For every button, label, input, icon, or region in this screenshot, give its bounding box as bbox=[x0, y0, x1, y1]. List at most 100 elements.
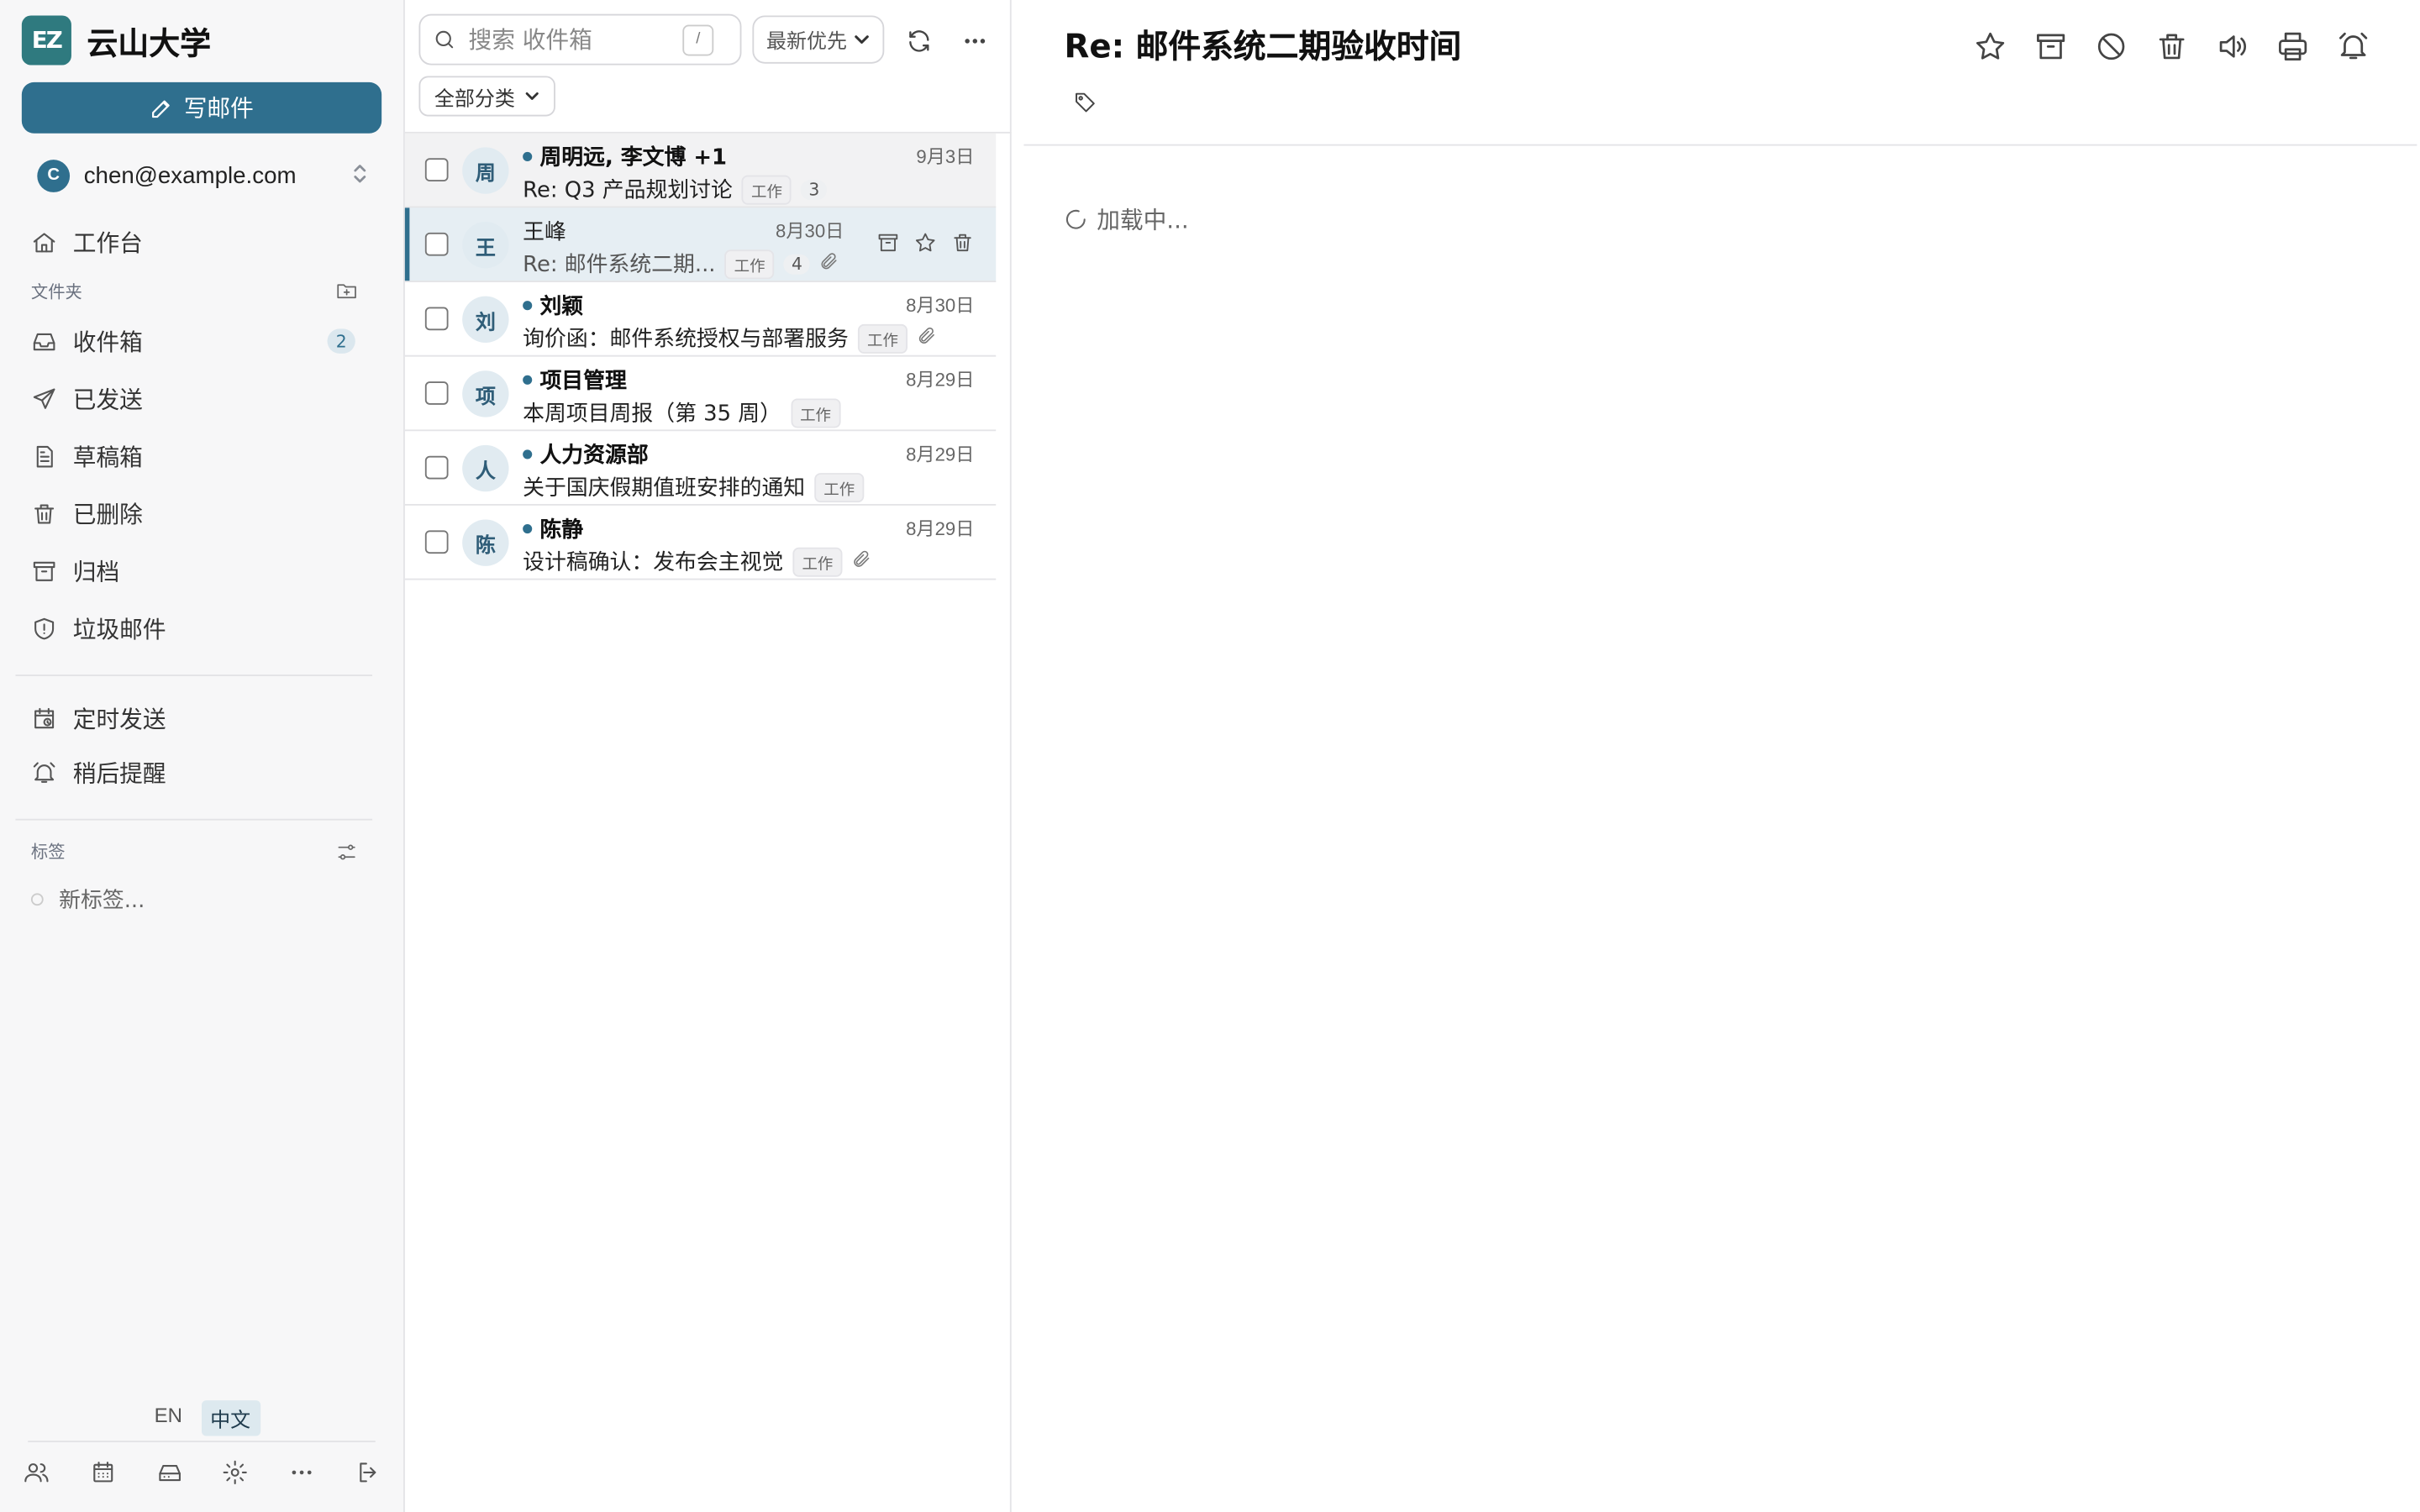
row-star-icon[interactable] bbox=[913, 231, 937, 262]
archive-icon[interactable] bbox=[2033, 29, 2068, 71]
category-tag: 工作 bbox=[857, 323, 908, 354]
category-tag: 工作 bbox=[724, 249, 775, 279]
nav-trash[interactable]: 已删除 bbox=[31, 493, 360, 533]
sender-avatar: 周 bbox=[462, 147, 509, 194]
add-tag-button[interactable] bbox=[1074, 90, 1097, 121]
unread-dot-icon bbox=[523, 301, 533, 311]
print-icon[interactable] bbox=[2275, 29, 2310, 71]
sender-name: 王峰 bbox=[523, 220, 566, 245]
message-checkbox[interactable] bbox=[424, 530, 449, 554]
category-tag: 工作 bbox=[814, 472, 865, 502]
row-trash-icon[interactable] bbox=[951, 231, 975, 262]
nav-spam[interactable]: 垃圾邮件 bbox=[31, 608, 360, 648]
message-subject-row: 设计稿确认：发布会主视觉 工作 bbox=[523, 546, 871, 577]
message-subject-row: Re: 邮件系统二期... 工作 4 bbox=[523, 248, 839, 279]
refresh-button[interactable] bbox=[902, 24, 936, 58]
lang-zh[interactable]: 中文 bbox=[201, 1400, 260, 1436]
reminder-bell-icon[interactable] bbox=[2336, 29, 2370, 71]
reader-divider bbox=[1023, 144, 2417, 146]
sender-avatar: 刘 bbox=[462, 296, 509, 344]
nav-archive[interactable]: 归档 bbox=[31, 550, 360, 591]
message-checkbox[interactable] bbox=[424, 381, 449, 405]
search-input[interactable] bbox=[468, 25, 671, 54]
message-checkbox[interactable] bbox=[424, 158, 449, 182]
nav-scheduled[interactable]: 定时发送 bbox=[31, 698, 360, 738]
list-more-button[interactable] bbox=[957, 24, 992, 58]
sender-name-row: 人力资源部 bbox=[523, 438, 649, 470]
brand: EZ 云山大学 bbox=[21, 15, 212, 66]
lang-en[interactable]: EN bbox=[145, 1400, 192, 1436]
spinner-icon bbox=[1065, 209, 1086, 229]
nav-drafts-label: 草稿箱 bbox=[72, 443, 143, 471]
more-icon[interactable] bbox=[289, 1459, 315, 1494]
message-subject-row: 关于国庆假期值班安排的通知 工作 bbox=[523, 471, 865, 502]
read-aloud-icon[interactable] bbox=[2215, 29, 2249, 71]
message-row[interactable]: 项 项目管理 8月29日 本周项目周报（第 35 周） 工作 bbox=[404, 357, 997, 432]
compose-button[interactable]: 写邮件 bbox=[21, 81, 382, 134]
chevron-down-icon bbox=[525, 92, 539, 100]
spam-shield-icon bbox=[34, 617, 55, 639]
loading-text: 加载中... bbox=[1097, 206, 1189, 234]
message-date: 8月30日 bbox=[906, 294, 975, 317]
nav-spam-label: 垃圾邮件 bbox=[72, 615, 166, 643]
inbox-icon bbox=[33, 332, 55, 350]
message-rows: 周 周明远, 李文博 +1 9月3日 Re: Q3 产品规划讨论 工作 3 王 … bbox=[404, 133, 997, 580]
message-row[interactable]: 刘 刘颖 8月30日 询价函：邮件系统授权与部署服务 工作 bbox=[404, 282, 997, 357]
account-avatar: C bbox=[37, 159, 71, 192]
sender-name: 人力资源部 bbox=[539, 444, 649, 469]
message-row[interactable]: 人 人力资源部 8月29日 关于国庆假期值班安排的通知 工作 bbox=[404, 431, 997, 506]
settings-icon[interactable] bbox=[223, 1459, 249, 1494]
sidebar: EZ 云山大学 写邮件 C chen@example.com 工作台 文件夹 收… bbox=[0, 0, 405, 1512]
sender-name: 周明远, 李文博 +1 bbox=[539, 145, 728, 171]
message-subject-row: 询价函：邮件系统授权与部署服务 工作 bbox=[523, 323, 937, 354]
more-icon bbox=[964, 38, 985, 43]
tags-section-label: 标签 bbox=[30, 842, 66, 863]
star-icon[interactable] bbox=[1973, 29, 2007, 71]
new-folder-button[interactable] bbox=[335, 279, 360, 304]
attachment-icon bbox=[852, 549, 872, 575]
calendar-icon[interactable] bbox=[90, 1459, 116, 1494]
sender-avatar: 项 bbox=[462, 370, 509, 417]
nav-drafts[interactable]: 草稿箱 bbox=[31, 436, 360, 476]
manage-tags-button[interactable] bbox=[335, 841, 360, 866]
nav-inbox[interactable]: 收件箱 2 bbox=[31, 321, 360, 361]
tag-icon bbox=[1076, 92, 1095, 113]
sender-avatar: 王 bbox=[462, 222, 509, 269]
message-checkbox[interactable] bbox=[424, 455, 449, 480]
contacts-icon[interactable] bbox=[24, 1459, 50, 1494]
message-checkbox[interactable] bbox=[424, 232, 449, 256]
bottom-toolbar bbox=[0, 1457, 405, 1494]
trash-icon[interactable] bbox=[2154, 29, 2189, 71]
nav-sent[interactable]: 已发送 bbox=[31, 378, 360, 418]
new-tag-button[interactable]: 新标签... bbox=[30, 884, 145, 915]
brand-name: 云山大学 bbox=[87, 24, 212, 61]
block-icon[interactable] bbox=[2094, 29, 2128, 71]
logout-icon[interactable] bbox=[355, 1459, 381, 1494]
reader-toolbar bbox=[1973, 29, 2370, 71]
chevron-up-down-icon bbox=[350, 162, 369, 188]
sender-avatar: 陈 bbox=[462, 519, 509, 566]
message-date: 8月29日 bbox=[906, 517, 975, 540]
inbox-unread-badge: 2 bbox=[327, 328, 355, 354]
brand-logo[interactable]: EZ bbox=[21, 15, 71, 66]
message-row[interactable]: 陈 陈静 8月29日 设计稿确认：发布会主视觉 工作 bbox=[404, 506, 997, 580]
message-subject: 询价函：邮件系统授权与部署服务 bbox=[523, 327, 849, 353]
storage-icon[interactable] bbox=[156, 1459, 182, 1494]
row-archive-icon[interactable] bbox=[876, 231, 900, 262]
bottom-divider bbox=[28, 1441, 376, 1442]
trash-icon bbox=[34, 503, 55, 523]
nav-trash-label: 已删除 bbox=[72, 500, 143, 528]
nav-workspace[interactable]: 工作台 bbox=[31, 222, 360, 262]
account-switcher[interactable]: C chen@example.com bbox=[37, 158, 369, 192]
message-row[interactable]: 王 王峰 8月30日 Re: 邮件系统二期... 工作 4 bbox=[404, 207, 997, 283]
message-row[interactable]: 周 周明远, 李文博 +1 9月3日 Re: Q3 产品规划讨论 工作 3 bbox=[404, 133, 997, 208]
search-box[interactable]: / bbox=[418, 13, 742, 66]
message-date: 8月30日 bbox=[776, 220, 844, 243]
message-checkbox[interactable] bbox=[424, 307, 449, 331]
language-switcher: EN 中文 bbox=[0, 1400, 405, 1436]
sliders-icon bbox=[338, 844, 355, 860]
nav-snoozed[interactable]: 稍后提醒 bbox=[31, 752, 360, 792]
unread-dot-icon bbox=[523, 524, 533, 534]
category-filter[interactable]: 全部分类 bbox=[418, 76, 555, 117]
sort-select[interactable]: 最新优先 bbox=[752, 15, 885, 64]
